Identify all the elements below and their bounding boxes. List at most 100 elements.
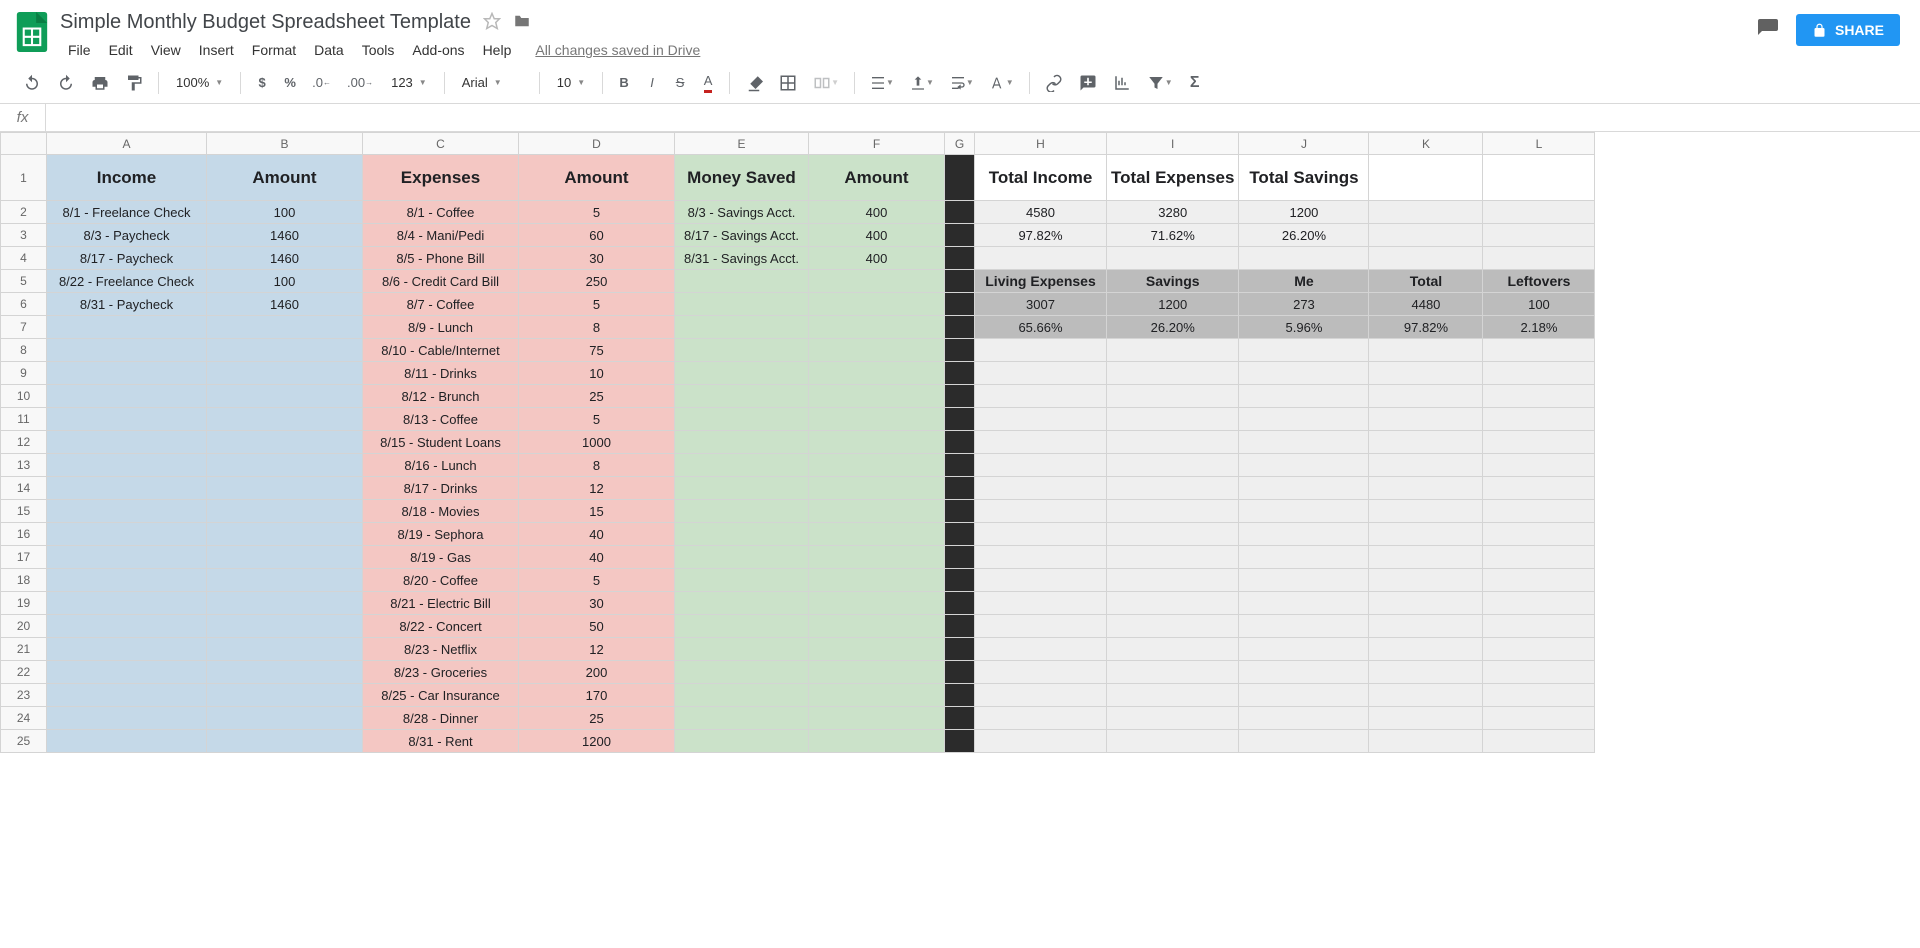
cell-K16[interactable] <box>1369 523 1483 546</box>
col-header-D[interactable]: D <box>519 133 675 155</box>
cell-G6[interactable] <box>945 293 975 316</box>
cell-I8[interactable] <box>1107 339 1239 362</box>
cell-E20[interactable] <box>675 615 809 638</box>
cell-C2[interactable]: 8/1 - Coffee <box>363 201 519 224</box>
cell-I11[interactable] <box>1107 408 1239 431</box>
cell-I13[interactable] <box>1107 454 1239 477</box>
cell-D6[interactable]: 5 <box>519 293 675 316</box>
cell-E5[interactable] <box>675 270 809 293</box>
row-header-1[interactable]: 1 <box>1 155 47 201</box>
cell-A17[interactable] <box>47 546 207 569</box>
cell-D17[interactable]: 40 <box>519 546 675 569</box>
row-header-10[interactable]: 10 <box>1 385 47 408</box>
text-color-button[interactable]: A <box>695 69 721 97</box>
cell-H11[interactable] <box>975 408 1107 431</box>
cell-D8[interactable]: 75 <box>519 339 675 362</box>
cell-G10[interactable] <box>945 385 975 408</box>
cell-F19[interactable] <box>809 592 945 615</box>
cell-D1[interactable]: Amount <box>519 155 675 201</box>
cell-G1[interactable] <box>945 155 975 201</box>
link-button[interactable] <box>1038 69 1070 97</box>
cell-B21[interactable] <box>207 638 363 661</box>
cell-E4[interactable]: 8/31 - Savings Acct. <box>675 247 809 270</box>
cell-B16[interactable] <box>207 523 363 546</box>
row-header-19[interactable]: 19 <box>1 592 47 615</box>
cell-F2[interactable]: 400 <box>809 201 945 224</box>
h-align-button[interactable]: ▼ <box>863 69 901 97</box>
cell-L4[interactable] <box>1483 247 1595 270</box>
cell-H25[interactable] <box>975 730 1107 753</box>
col-header-C[interactable]: C <box>363 133 519 155</box>
cell-J17[interactable] <box>1239 546 1369 569</box>
cell-K11[interactable] <box>1369 408 1483 431</box>
cell-J14[interactable] <box>1239 477 1369 500</box>
cell-L5[interactable]: Leftovers <box>1483 270 1595 293</box>
cell-B20[interactable] <box>207 615 363 638</box>
cell-I12[interactable] <box>1107 431 1239 454</box>
cell-I15[interactable] <box>1107 500 1239 523</box>
menu-help[interactable]: Help <box>475 38 520 62</box>
cell-E7[interactable] <box>675 316 809 339</box>
cell-I10[interactable] <box>1107 385 1239 408</box>
cell-J10[interactable] <box>1239 385 1369 408</box>
cell-K15[interactable] <box>1369 500 1483 523</box>
cell-C6[interactable]: 8/7 - Coffee <box>363 293 519 316</box>
cell-C25[interactable]: 8/31 - Rent <box>363 730 519 753</box>
row-header-4[interactable]: 4 <box>1 247 47 270</box>
cell-D15[interactable]: 15 <box>519 500 675 523</box>
cell-E13[interactable] <box>675 454 809 477</box>
cell-K5[interactable]: Total <box>1369 270 1483 293</box>
cell-B2[interactable]: 100 <box>207 201 363 224</box>
borders-button[interactable] <box>772 69 804 97</box>
row-header-12[interactable]: 12 <box>1 431 47 454</box>
cell-J24[interactable] <box>1239 707 1369 730</box>
cell-L23[interactable] <box>1483 684 1595 707</box>
cell-H17[interactable] <box>975 546 1107 569</box>
cell-J16[interactable] <box>1239 523 1369 546</box>
cell-C11[interactable]: 8/13 - Coffee <box>363 408 519 431</box>
cell-I9[interactable] <box>1107 362 1239 385</box>
cell-F17[interactable] <box>809 546 945 569</box>
col-header-B[interactable]: B <box>207 133 363 155</box>
col-header-K[interactable]: K <box>1369 133 1483 155</box>
cell-A13[interactable] <box>47 454 207 477</box>
cell-L25[interactable] <box>1483 730 1595 753</box>
cell-H12[interactable] <box>975 431 1107 454</box>
bold-button[interactable]: B <box>611 69 637 97</box>
cell-F8[interactable] <box>809 339 945 362</box>
cell-I20[interactable] <box>1107 615 1239 638</box>
cell-K2[interactable] <box>1369 201 1483 224</box>
cell-E12[interactable] <box>675 431 809 454</box>
cell-D24[interactable]: 25 <box>519 707 675 730</box>
cell-G4[interactable] <box>945 247 975 270</box>
formula-input[interactable] <box>46 104 1920 131</box>
col-header-I[interactable]: I <box>1107 133 1239 155</box>
star-icon[interactable] <box>483 12 501 33</box>
cell-B23[interactable] <box>207 684 363 707</box>
row-header-17[interactable]: 17 <box>1 546 47 569</box>
comments-icon[interactable] <box>1756 17 1780 44</box>
cell-H5[interactable]: Living Expenses <box>975 270 1107 293</box>
cell-J21[interactable] <box>1239 638 1369 661</box>
increase-decimal-button[interactable]: .00→ <box>340 69 380 97</box>
cell-K18[interactable] <box>1369 569 1483 592</box>
menu-edit[interactable]: Edit <box>101 38 141 62</box>
cell-G2[interactable] <box>945 201 975 224</box>
cell-L24[interactable] <box>1483 707 1595 730</box>
cell-A18[interactable] <box>47 569 207 592</box>
cell-D11[interactable]: 5 <box>519 408 675 431</box>
cell-E22[interactable] <box>675 661 809 684</box>
cell-I25[interactable] <box>1107 730 1239 753</box>
cell-L18[interactable] <box>1483 569 1595 592</box>
cell-G19[interactable] <box>945 592 975 615</box>
cell-E21[interactable] <box>675 638 809 661</box>
cell-G3[interactable] <box>945 224 975 247</box>
cell-B5[interactable]: 100 <box>207 270 363 293</box>
cell-H18[interactable] <box>975 569 1107 592</box>
cell-D18[interactable]: 5 <box>519 569 675 592</box>
cell-K13[interactable] <box>1369 454 1483 477</box>
cell-J4[interactable] <box>1239 247 1369 270</box>
cell-K19[interactable] <box>1369 592 1483 615</box>
cell-C19[interactable]: 8/21 - Electric Bill <box>363 592 519 615</box>
cell-A3[interactable]: 8/3 - Paycheck <box>47 224 207 247</box>
